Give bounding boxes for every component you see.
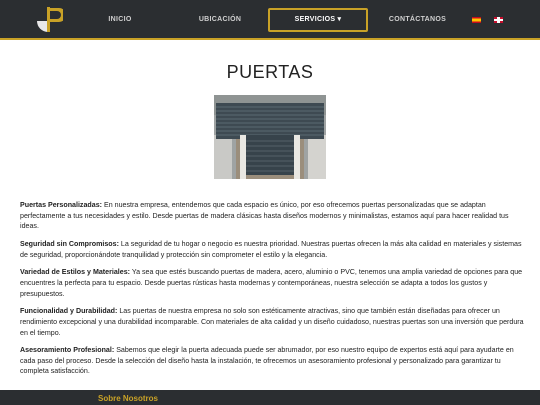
section-heading: Puertas Personalizadas: [20, 201, 103, 209]
section-personalizadas: Puertas Personalizadas: En nuestra empre… [20, 200, 525, 232]
section-funcionalidad: Funcionalidad y Durabilidad: Las puertas… [20, 306, 525, 338]
section-asesoramiento: Asesoramiento Profesional: Sabemos que e… [20, 345, 525, 377]
section-seguridad: Seguridad sin Compromisos: La seguridad … [20, 239, 525, 260]
section-heading: Funcionalidad y Durabilidad: [20, 307, 118, 316]
nav-servicios-dropdown[interactable]: SERVICIOS ▾ [268, 8, 368, 32]
navbar: INICIO UBICACIÓN SERVICIOS ▾ CONTÁCTANOS [0, 0, 540, 40]
flag-spain-icon[interactable] [472, 17, 481, 23]
nav-contactanos[interactable]: CONTÁCTANOS [380, 8, 455, 32]
gate-photo [214, 95, 326, 179]
nav-inicio[interactable]: INICIO [95, 8, 145, 32]
section-heading: Seguridad sin Compromisos: [20, 239, 119, 248]
section-heading: Asesoramiento Profesional: [20, 346, 115, 355]
nav-ubicacion[interactable]: UBICACIÓN [190, 8, 250, 32]
section-variedad: Variedad de Estilos y Materiales: Ya sea… [20, 267, 525, 299]
page-title: PUERTAS [226, 62, 314, 82]
footer: Sobre Nosotros [0, 390, 540, 405]
section-heading: Variedad de Estilos y Materiales: [20, 268, 131, 277]
logo-icon[interactable] [33, 5, 63, 35]
footer-title: Sobre Nosotros [98, 394, 159, 403]
flag-uk-icon[interactable] [494, 17, 503, 23]
content-text: Puertas Personalizadas: En nuestra empre… [20, 200, 525, 384]
